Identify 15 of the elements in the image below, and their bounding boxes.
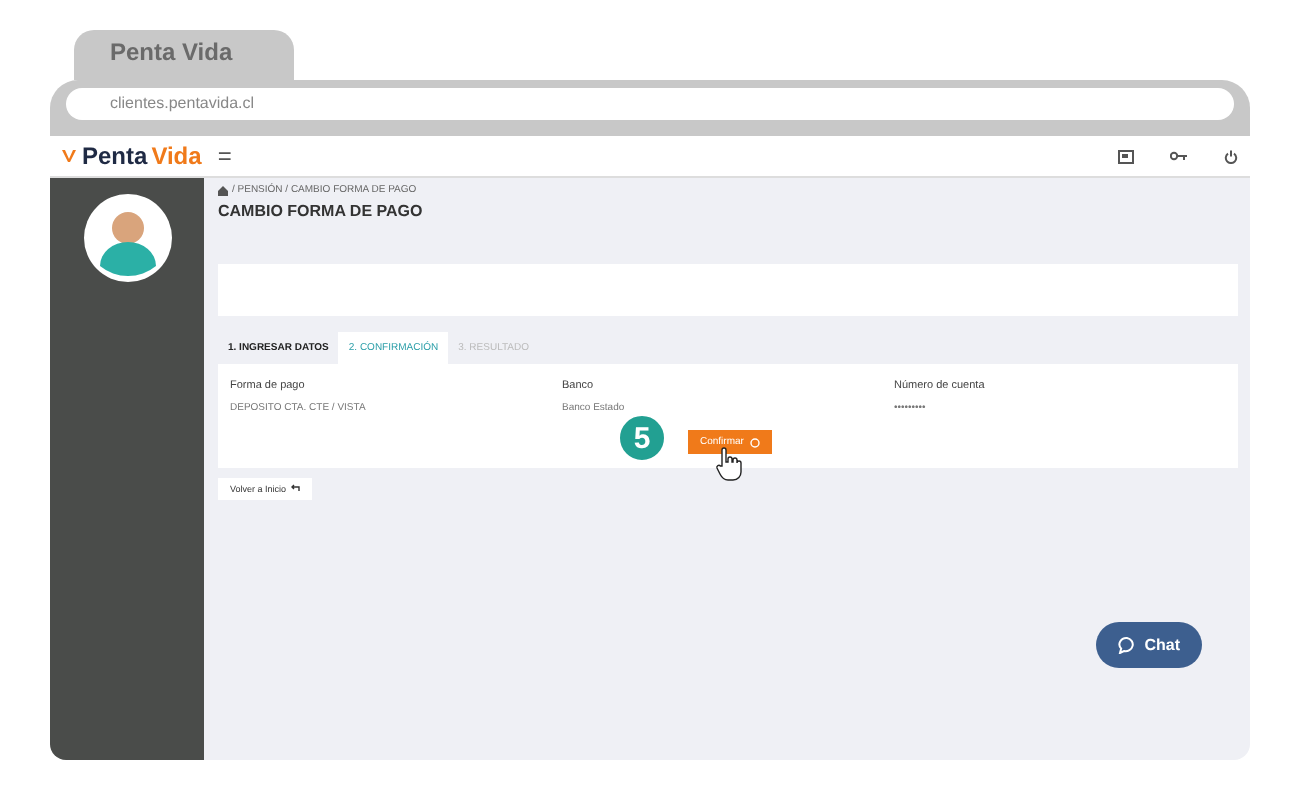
- circle-icon: [749, 437, 760, 447]
- chat-button[interactable]: Chat: [1096, 622, 1202, 668]
- address-bar[interactable]: clientes.pentavida.cl: [66, 88, 1234, 120]
- chat-bubble-icon: [1118, 636, 1137, 654]
- menu-icon[interactable]: =: [217, 142, 232, 170]
- return-arrow-icon: [290, 484, 301, 492]
- key-icon[interactable]: [1170, 150, 1188, 162]
- home-icon[interactable]: [218, 185, 228, 195]
- page-title: CAMBIO FORMA DE PAGO: [218, 202, 425, 220]
- avatar-icon: [83, 194, 171, 282]
- step-number-badge: 5: [616, 412, 668, 464]
- browser-tab[interactable]: Penta Vida: [74, 30, 294, 80]
- card-icon[interactable]: [1118, 149, 1134, 163]
- power-icon[interactable]: [1224, 149, 1238, 163]
- logo: Penta Vida: [62, 142, 202, 170]
